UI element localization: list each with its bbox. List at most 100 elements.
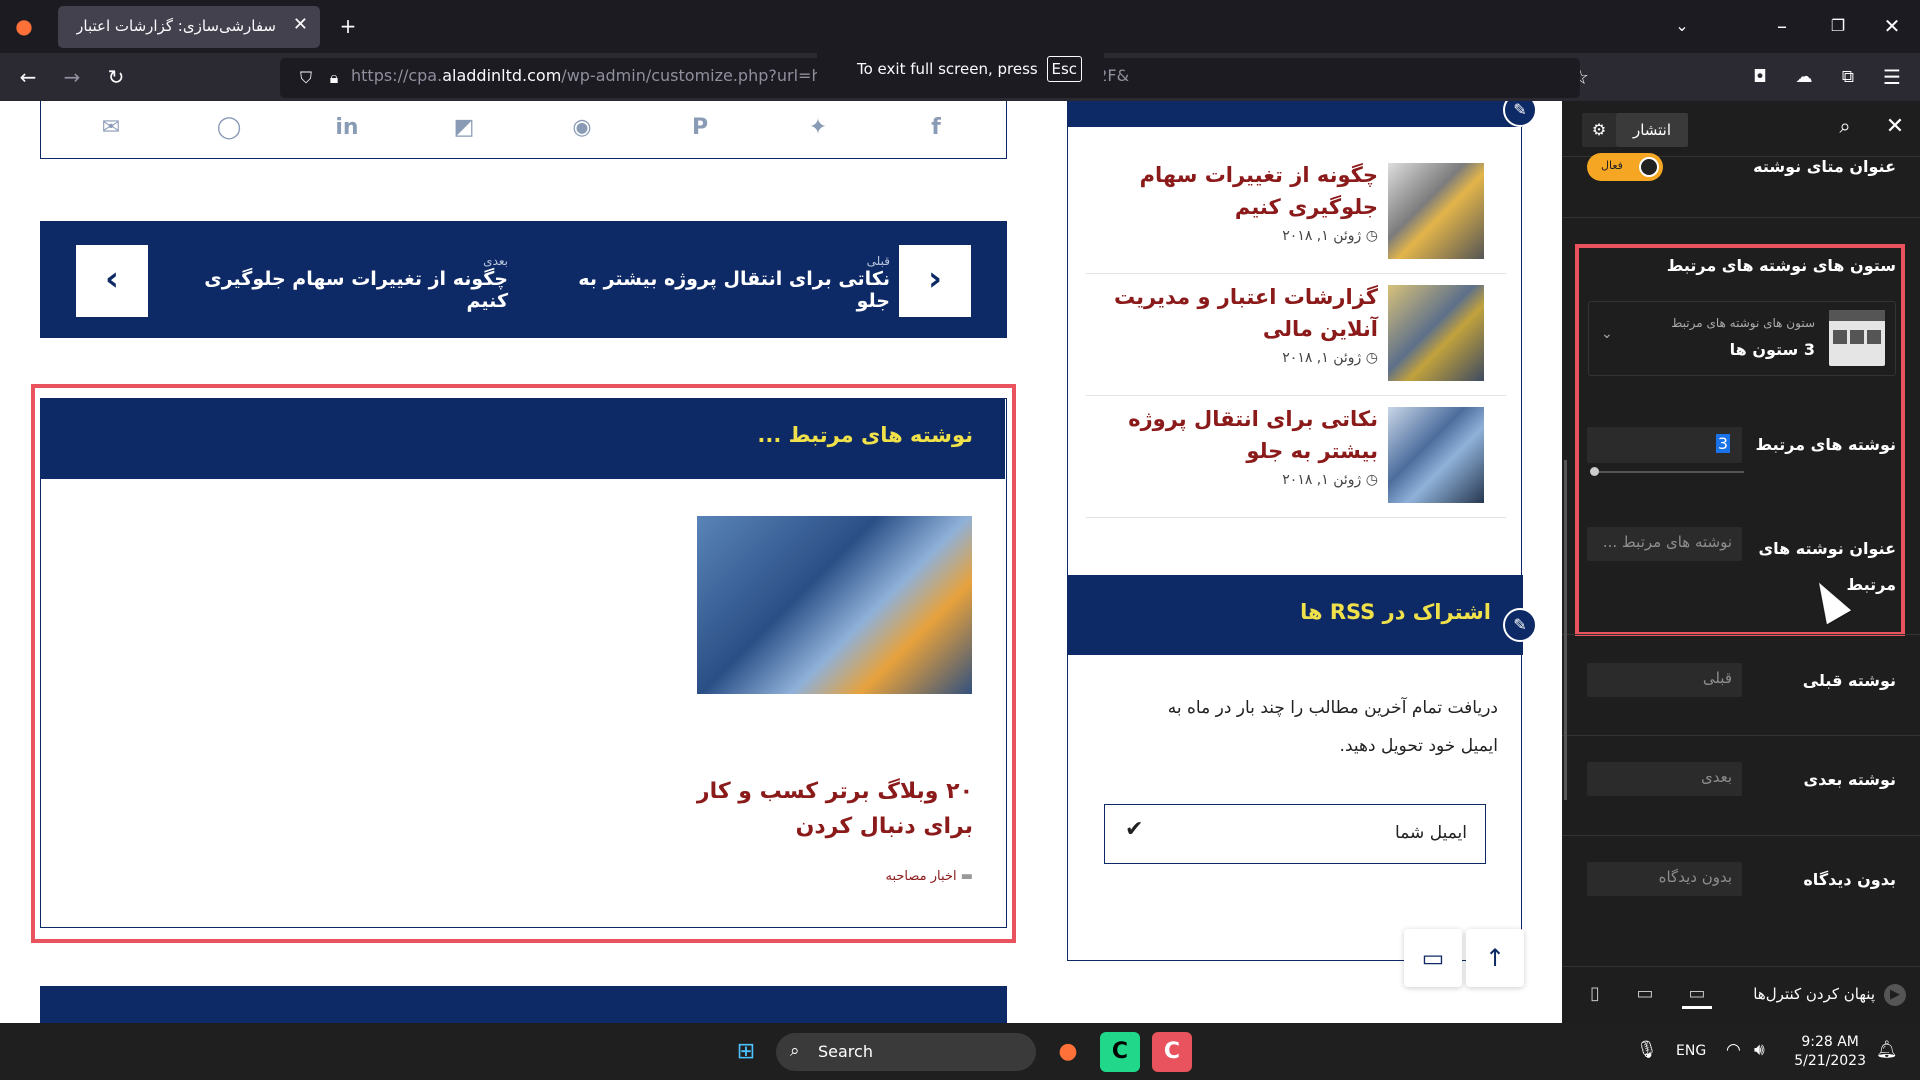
close-tab-icon[interactable]: ✕ xyxy=(293,14,308,35)
fullscreen-notice: To exit full screen, press Esc xyxy=(817,53,1104,87)
windows-start-icon[interactable]: ⊞ xyxy=(726,1032,766,1072)
linkedin-icon[interactable]: in xyxy=(332,113,362,143)
next-post-link[interactable]: بعدی چگونه از تغییرات سهام جلوگیری کنیم xyxy=(168,254,508,312)
close-window-icon[interactable]: ✕ xyxy=(1872,6,1912,46)
related-posts-header: نوشته های مرتبط ... xyxy=(41,399,1005,479)
chevron-down-icon[interactable]: ⌄ xyxy=(1601,326,1613,342)
meta-title-toggle[interactable]: فعال xyxy=(1587,153,1663,181)
clock-icon: ◷ xyxy=(1365,472,1378,488)
related-posts-heading: نوشته های مرتبط ... xyxy=(757,423,973,447)
puzzle-icon[interactable]: ⧉ xyxy=(1828,57,1868,97)
widget-post-3-image[interactable] xyxy=(1388,407,1484,503)
related-post-category[interactable]: ▬ اخبار مصاحبه xyxy=(791,869,973,884)
customizer-footer: ▯ ▭ ▭ پنهان کردن کنترل‌ها ▶ xyxy=(1562,966,1920,1023)
widget-post-2-title[interactable]: گزارشات اعتبار و مدیریت آنلاین مالی xyxy=(1088,281,1378,345)
whatsapp-icon[interactable]: ◯ xyxy=(214,113,244,143)
clock-icon: ◷ xyxy=(1365,350,1378,366)
back-icon[interactable]: ← xyxy=(8,57,48,97)
menu-icon[interactable]: ☰ xyxy=(1872,57,1912,97)
hide-controls-button[interactable]: پنهان کردن کنترل‌ها xyxy=(1753,985,1875,1003)
columns-layout-icon xyxy=(1829,310,1885,366)
tablet-preview-icon[interactable]: ▭ xyxy=(1630,983,1660,1009)
wifi-icon[interactable]: ◠ xyxy=(1726,1040,1741,1060)
no-comments-input[interactable]: بدون دیدگاه xyxy=(1587,862,1742,896)
no-comments-label: بدون دیدگاه xyxy=(1803,870,1896,889)
prev-post-link[interactable]: قبلی نکاتی برای انتقال پروژه بیشتر به جل… xyxy=(540,254,890,312)
edit-pencil-icon[interactable]: ✎ xyxy=(1503,608,1537,642)
widget-post-2-image[interactable] xyxy=(1388,285,1484,381)
delicious-icon[interactable]: ◩ xyxy=(449,113,479,143)
post-navigation: ‹ بعدی چگونه از تغییرات سهام جلوگیری کنی… xyxy=(40,221,1007,338)
taskbar-clock[interactable]: 9:28 AM 5/21/2023 xyxy=(1794,1033,1866,1071)
prev-post-input[interactable]: قبلی xyxy=(1587,663,1742,697)
minimize-icon[interactable]: – xyxy=(1762,6,1802,46)
widget-post-1-title[interactable]: چگونه از تغییرات سهام جلوگیری کنیم xyxy=(1088,159,1378,223)
next-post-arrow-button[interactable]: ‹ xyxy=(76,245,148,317)
notification-icon[interactable]: 🔔︎ xyxy=(1876,1040,1898,1060)
twitter-icon[interactable]: ✦ xyxy=(803,113,833,143)
scroll-top-icon[interactable]: ↑ xyxy=(1466,929,1524,987)
language-indicator[interactable]: ENG xyxy=(1676,1043,1706,1059)
reload-icon[interactable]: ↻ xyxy=(96,57,136,97)
facebook-icon[interactable]: f xyxy=(921,113,951,143)
submit-check-icon[interactable]: ✔ xyxy=(1125,817,1143,842)
next-post-input[interactable]: بعدی xyxy=(1587,762,1742,796)
microphone-icon[interactable]: 🎙︎ xyxy=(1636,1040,1658,1060)
rss-widget-header: اشتراک در RSS ها xyxy=(1068,575,1523,655)
esc-key-hint: Esc xyxy=(1046,56,1083,82)
list-tabs-icon[interactable]: ⌄ xyxy=(1662,6,1702,46)
related-post-title[interactable]: ۲۰ وبلاگ برتر کسب و کار برای دنبال کردن xyxy=(681,774,973,844)
reddit-icon[interactable]: ◉ xyxy=(567,113,597,143)
email-subscribe-field[interactable]: ایمیل شما ✔ xyxy=(1104,804,1486,864)
app-taskbar-icon[interactable]: C xyxy=(1152,1032,1192,1072)
related-title-input[interactable]: نوشته های مرتبط ... xyxy=(1587,527,1742,561)
desktop-preview-icon[interactable]: ▭ xyxy=(1682,983,1712,1009)
close-icon[interactable]: ✕ xyxy=(1880,114,1910,144)
divider xyxy=(1086,517,1506,518)
hide-controls-arrow-icon[interactable]: ▶ xyxy=(1884,984,1906,1006)
next-section-header xyxy=(40,986,1007,1023)
email-placeholder: ایمیل شما xyxy=(1395,823,1467,843)
lock-icon[interactable]: 🔒︎ xyxy=(314,58,354,98)
next-post-title[interactable]: چگونه از تغییرات سهام جلوگیری کنیم xyxy=(168,268,508,312)
browser-tab[interactable]: سفارشی‌سازی: گزارشات اعتبار و مدیر ✕ xyxy=(58,6,320,48)
extension-icon[interactable]: ☁ xyxy=(1784,57,1824,97)
widget-post-1-image[interactable] xyxy=(1388,163,1484,259)
clock-date: 5/21/2023 xyxy=(1794,1053,1866,1069)
rss-description: دریافت تمام آخرین مطالب را چند بار در ما… xyxy=(1167,698,1498,756)
gear-icon[interactable]: ⚙ xyxy=(1582,113,1616,147)
publish-button[interactable]: انتشار xyxy=(1616,113,1688,147)
firefox-icon[interactable]: ● xyxy=(4,6,44,46)
related-post-image[interactable] xyxy=(697,516,972,694)
mail-icon[interactable]: ✉ xyxy=(96,113,126,143)
related-post-category-label[interactable]: اخبار مصاحبه xyxy=(885,869,956,884)
search-icon[interactable]: ⌕ xyxy=(1830,114,1860,144)
mobile-preview-icon[interactable]: ▯ xyxy=(1580,983,1610,1009)
pycharm-taskbar-icon[interactable]: C xyxy=(1100,1032,1140,1072)
next-post-label: نوشته بعدی xyxy=(1803,770,1896,789)
prev-post-title[interactable]: نکاتی برای انتقال پروژه بیشتر به جلو xyxy=(540,268,890,312)
related-posts-count-input[interactable]: 3 xyxy=(1587,427,1742,463)
toggle-knob xyxy=(1639,157,1659,177)
firefox-taskbar-icon[interactable]: ● xyxy=(1048,1032,1088,1072)
prev-post-arrow-button[interactable]: › xyxy=(899,245,971,317)
prev-post-small-label: قبلی xyxy=(866,254,890,268)
forward-icon[interactable]: → xyxy=(52,57,92,97)
divider xyxy=(1562,217,1920,218)
columns-select[interactable]: ستون های نوشته های مرتبط 3 ستون ها ⌄ xyxy=(1588,301,1896,376)
restore-icon[interactable]: ❐ xyxy=(1818,6,1858,46)
clock-icon: ◷ xyxy=(1365,228,1378,244)
widget-post-3-date-text: ژوئن ۱, ۲۰۱۸ xyxy=(1282,472,1362,488)
new-tab-icon[interactable]: + xyxy=(328,6,368,46)
pinterest-icon[interactable]: P xyxy=(685,113,715,143)
widget-post-3-title[interactable]: نکاتی برای انتقال پروژه بیشتر به جلو xyxy=(1088,403,1378,467)
pocket-icon[interactable]: ◘ xyxy=(1740,57,1780,97)
slider-handle[interactable] xyxy=(1590,467,1599,476)
chat-icon[interactable]: ▭ xyxy=(1404,929,1462,987)
taskbar-search[interactable]: ⌕ Search xyxy=(776,1033,1036,1071)
related-posts-slider[interactable] xyxy=(1594,471,1744,473)
related-posts-count-label: نوشته های مرتبط xyxy=(1755,435,1896,454)
widget-top-bar xyxy=(1068,101,1523,127)
volume-icon[interactable]: 🔊︎ xyxy=(1754,1040,1765,1060)
panel-scrollbar[interactable] xyxy=(1564,460,1567,800)
